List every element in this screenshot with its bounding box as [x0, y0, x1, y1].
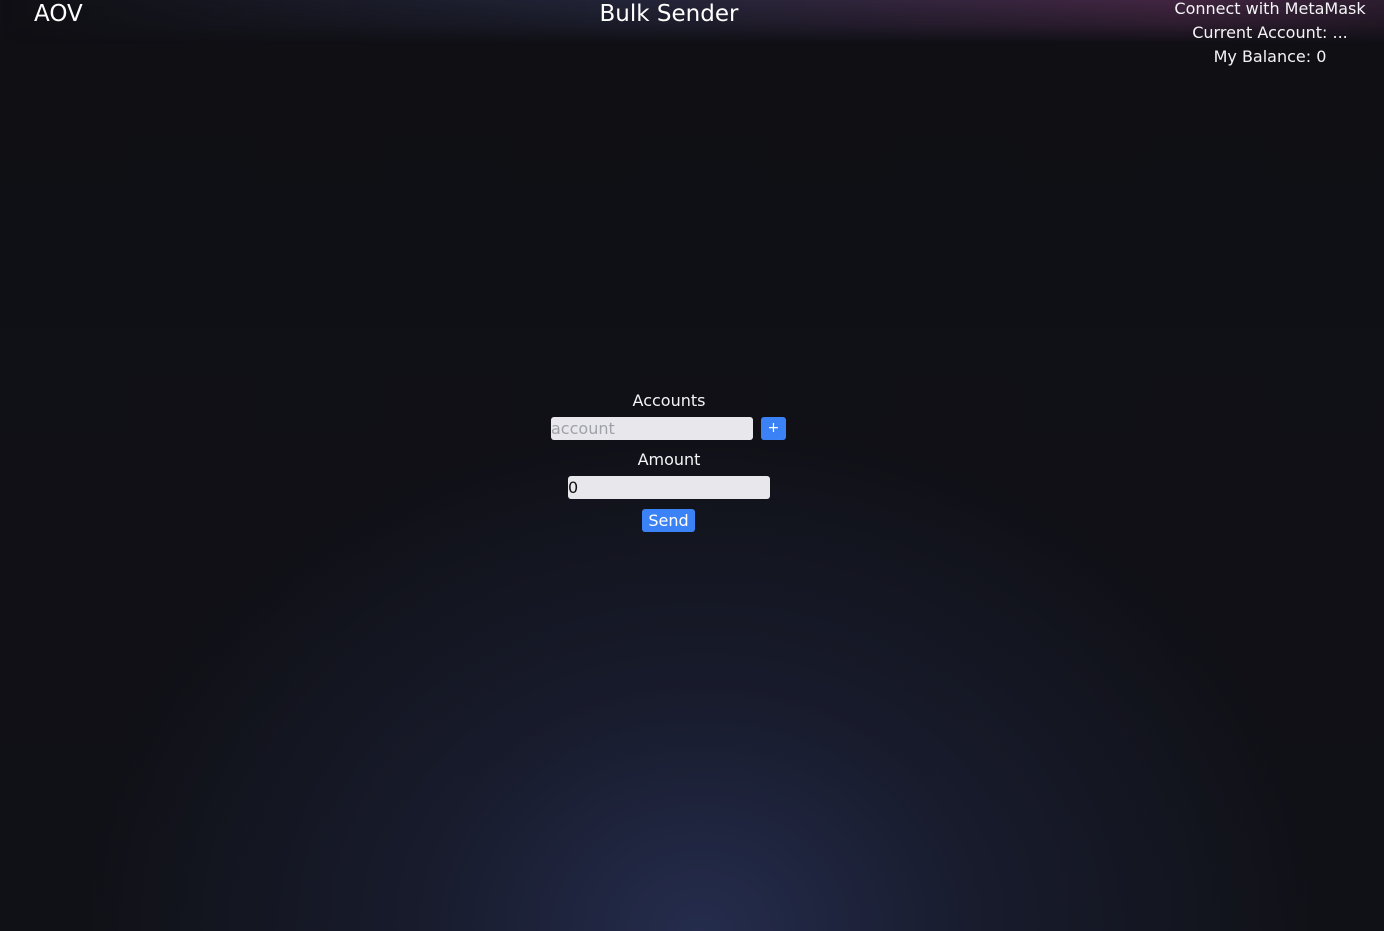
add-account-button[interactable]: + — [761, 417, 786, 440]
wallet-panel: Connect with MetaMask Current Account: .… — [1170, 0, 1370, 69]
amount-label: Amount — [637, 450, 701, 469]
page-title: Bulk Sender — [599, 1, 739, 27]
balance-text: My Balance: 0 — [1213, 47, 1327, 66]
send-button[interactable]: Send — [642, 509, 695, 532]
bulk-send-form: Accounts + Amount Send — [0, 390, 1338, 533]
amount-row — [0, 476, 1338, 500]
send-row: Send — [0, 509, 1338, 533]
current-account-text: Current Account: ... — [1192, 23, 1348, 42]
connect-metamask-button[interactable]: Connect with MetaMask — [1170, 0, 1370, 21]
accounts-label: Accounts — [632, 391, 706, 410]
amount-input[interactable] — [568, 476, 770, 499]
account-input[interactable] — [551, 417, 753, 440]
accounts-row: + — [0, 417, 1338, 441]
